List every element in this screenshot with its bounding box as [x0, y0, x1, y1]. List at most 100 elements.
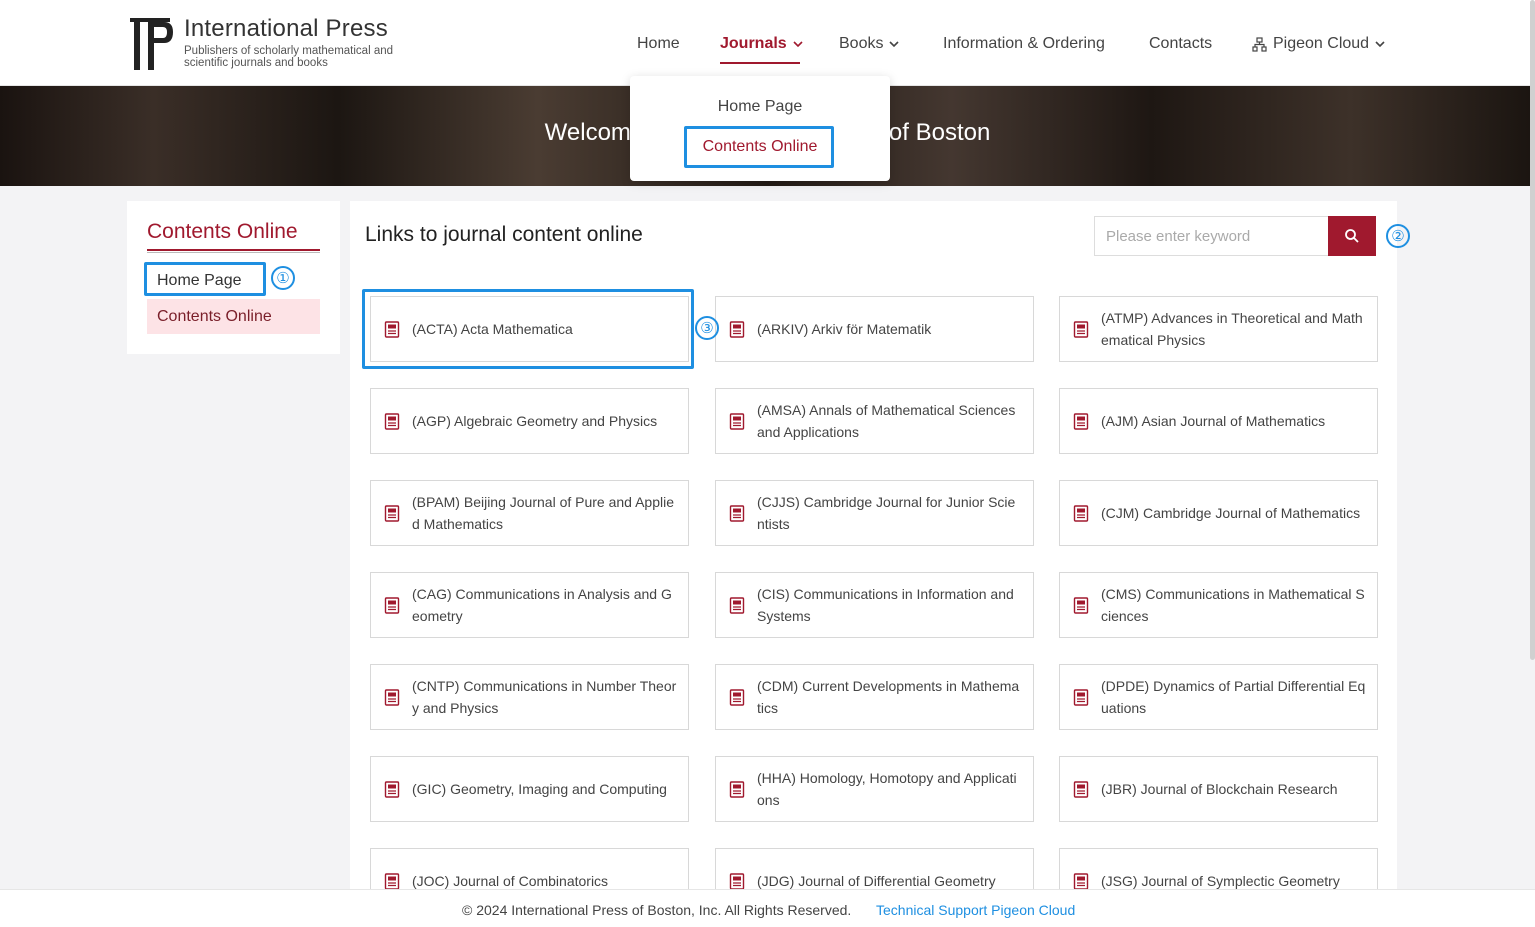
document-icon — [729, 688, 745, 706]
page-title: Links to journal content online — [365, 223, 643, 246]
document-icon — [729, 320, 745, 338]
search-icon — [1345, 229, 1359, 243]
document-icon — [384, 872, 400, 890]
document-icon — [384, 688, 400, 706]
page-scrollbar[interactable] — [1530, 0, 1535, 660]
banner-text-left: Welcom — [544, 119, 631, 146]
banner-text-right: of Boston — [888, 119, 991, 146]
journal-card[interactable]: (CDM) Current Developments in Mathematic… — [715, 664, 1034, 730]
chevron-down-icon — [793, 41, 803, 48]
journal-card[interactable]: (ATMP) Advances in Theoretical and Mathe… — [1059, 296, 1378, 362]
document-icon — [1073, 412, 1089, 430]
journal-card[interactable]: (ACTA) Acta Mathematica — [370, 296, 689, 362]
nav-contacts[interactable]: Contacts — [1149, 32, 1212, 56]
chevron-down-icon — [1375, 41, 1385, 48]
nav-information-ordering[interactable]: Information & Ordering — [943, 32, 1105, 56]
journal-card-label: (BPAM) Beijing Journal of Pure and Appli… — [412, 494, 674, 532]
journal-card-label: (ARKIV) Arkiv för Matematik — [757, 321, 932, 337]
sidebar-title: Contents Online — [147, 220, 298, 243]
main-panel: Links to journal content online (ACTA) A… — [350, 201, 1397, 914]
nav-active-underline — [720, 62, 800, 64]
document-icon — [729, 596, 745, 614]
journal-card-label: (CJM) Cambridge Journal of Mathematics — [1101, 505, 1361, 521]
journal-card-label: (CNTP) Communications in Number Theory a… — [412, 678, 677, 716]
document-icon — [1073, 780, 1089, 798]
journal-card-label: (ACTA) Acta Mathematica — [412, 321, 573, 337]
journal-card-label: (CDM) Current Developments in Mathematic… — [757, 678, 1020, 716]
journal-card-label: (AJM) Asian Journal of Mathematics — [1101, 413, 1326, 429]
journal-card[interactable]: (CIS) Communications in Information and … — [715, 572, 1034, 638]
journal-card[interactable]: (GIC) Geometry, Imaging and Computing — [370, 756, 689, 822]
nav-information-ordering-label: Information & Ordering — [943, 35, 1105, 52]
nav-pigeon-cloud[interactable]: Pigeon Cloud — [1252, 32, 1385, 56]
site-header: International Press Publishers of schola… — [0, 0, 1535, 86]
document-icon — [1073, 596, 1089, 614]
document-icon — [1073, 688, 1089, 706]
sidebar: Contents Online Home Page Contents Onlin… — [127, 201, 340, 354]
nav-books[interactable]: Books — [839, 32, 900, 56]
annotation-badge-1: ① — [271, 266, 295, 290]
document-icon — [384, 596, 400, 614]
document-icon — [1073, 872, 1089, 890]
journal-card[interactable]: (CJJS) Cambridge Journal for Junior Scie… — [715, 480, 1034, 546]
nav-home-label: Home — [637, 35, 680, 52]
nav-pigeon-cloud-label: Pigeon Cloud — [1273, 35, 1370, 52]
document-icon — [384, 320, 400, 338]
document-icon — [729, 780, 745, 798]
document-icon — [384, 412, 400, 430]
dropdown-item-home-page[interactable]: Home Page — [630, 98, 890, 116]
journal-card[interactable]: (AMSA) Annals of Mathematical Sciences a… — [715, 388, 1034, 454]
document-icon — [729, 412, 745, 430]
document-icon — [729, 504, 745, 522]
sidebar-item-contents-online[interactable]: Contents Online — [147, 299, 320, 334]
document-icon — [729, 872, 745, 890]
journal-card-label: (AMSA) Annals of Mathematical Sciences a… — [757, 402, 1016, 440]
network-icon — [1252, 36, 1267, 52]
journal-card[interactable]: (CMS) Communications in Mathematical Sci… — [1059, 572, 1378, 638]
site-footer: © 2024 International Press of Boston, In… — [0, 889, 1535, 927]
journal-card[interactable]: (DPDE) Dynamics of Partial Differential … — [1059, 664, 1378, 730]
journal-card-label: (CMS) Communications in Mathematical Sci… — [1101, 586, 1365, 624]
document-icon — [384, 504, 400, 522]
document-icon — [1073, 320, 1089, 338]
search-input[interactable] — [1094, 216, 1328, 256]
sidebar-title-rule-thin — [147, 252, 320, 253]
journal-card-label: (CAG) Communications in Analysis and Geo… — [412, 586, 672, 624]
dropdown-item-contents-online[interactable]: Contents Online — [630, 138, 890, 156]
journal-card-label: (DPDE) Dynamics of Partial Differential … — [1101, 678, 1366, 716]
journal-card-label: (JBR) Journal of Blockchain Research — [1101, 781, 1338, 797]
journal-card[interactable]: (CAG) Communications in Analysis and Geo… — [370, 572, 689, 638]
document-icon — [384, 780, 400, 798]
journal-card[interactable]: (AJM) Asian Journal of Mathematics — [1059, 388, 1378, 454]
brand-subtitle: Publishers of scholarly mathematical and… — [184, 45, 394, 69]
nav-journals[interactable]: Journals — [720, 32, 803, 56]
document-icon — [1073, 504, 1089, 522]
sidebar-title-rule — [147, 249, 320, 251]
journal-card-label: (GIC) Geometry, Imaging and Computing — [412, 781, 667, 797]
journal-card[interactable]: (CJM) Cambridge Journal of Mathematics — [1059, 480, 1378, 546]
annotation-badge-2: ② — [1386, 224, 1410, 248]
journal-card[interactable]: (HHA) Homology, Homotopy and Application… — [715, 756, 1034, 822]
chevron-down-icon — [889, 41, 900, 48]
journals-dropdown-menu: Home Page Contents Online — [630, 76, 890, 181]
journal-card-label: (CIS) Communications in Information and … — [757, 586, 1014, 624]
journal-card-label: (AGP) Algebraic Geometry and Physics — [412, 413, 658, 429]
journal-card[interactable]: (ARKIV) Arkiv för Matematik — [715, 296, 1034, 362]
journal-card-label: (CJJS) Cambridge Journal for Junior Scie… — [757, 494, 1016, 532]
annotation-badge-3: ③ — [695, 316, 719, 340]
journal-card[interactable]: (AGP) Algebraic Geometry and Physics — [370, 388, 689, 454]
footer-copyright: © 2024 International Press of Boston, In… — [462, 902, 852, 918]
search-button[interactable] — [1328, 216, 1376, 256]
journal-card-label: (HHA) Homology, Homotopy and Application… — [757, 770, 1017, 808]
nav-books-label: Books — [839, 35, 884, 52]
brand-title[interactable]: International Press — [184, 15, 388, 43]
journal-card-label: (ATMP) Advances in Theoretical and Mathe… — [1101, 310, 1363, 348]
ip-logo[interactable] — [130, 18, 174, 72]
footer-tech-support-link[interactable]: Technical Support Pigeon Cloud — [876, 902, 1075, 918]
journal-card[interactable]: (CNTP) Communications in Number Theory a… — [370, 664, 689, 730]
nav-contacts-label: Contacts — [1149, 35, 1213, 52]
journal-card[interactable]: (JBR) Journal of Blockchain Research — [1059, 756, 1378, 822]
nav-journals-label: Journals — [720, 35, 787, 52]
journal-card[interactable]: (BPAM) Beijing Journal of Pure and Appli… — [370, 480, 689, 546]
nav-home[interactable]: Home — [637, 32, 680, 56]
